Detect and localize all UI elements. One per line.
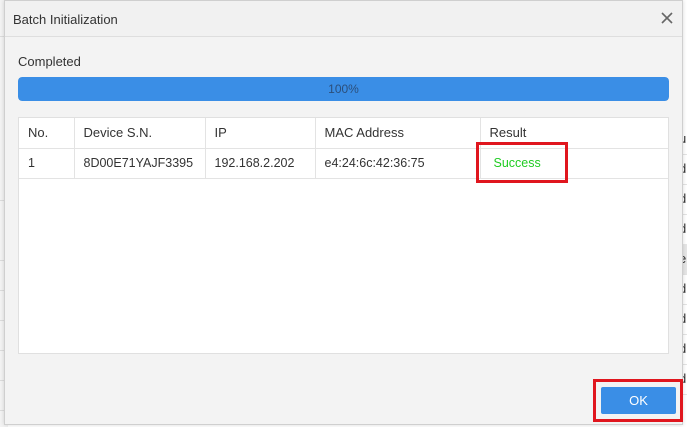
progress-text: 100% [328, 82, 359, 96]
cell-result-status: Success [480, 148, 668, 179]
table-header-row: No. Device S.N. IP MAC Address Result [19, 118, 668, 149]
ok-button[interactable]: OK [601, 387, 676, 414]
batch-initialization-dialog: Batch Initialization Completed 100% No. [4, 0, 683, 425]
header-ip[interactable]: IP [205, 118, 316, 149]
cell-mac-address: e4:24:6c:42:36:75 [315, 148, 481, 179]
close-icon[interactable] [660, 11, 674, 25]
header-device-sn[interactable]: Device S.N. [74, 118, 206, 149]
cell-ip: 192.168.2.202 [205, 148, 316, 179]
results-table: No. Device S.N. IP MAC Address Result 1 … [18, 117, 669, 354]
dialog-title: Batch Initialization [13, 12, 118, 27]
dialog-titlebar: Batch Initialization [5, 1, 682, 37]
header-result[interactable]: Result [480, 118, 668, 149]
cell-device-sn: 8D00E71YAJF3395 [74, 148, 206, 179]
header-no[interactable]: No. [19, 118, 75, 149]
table-row[interactable]: 1 8D00E71YAJF3395 192.168.2.202 e4:24:6c… [19, 148, 668, 179]
cell-no: 1 [19, 148, 75, 179]
status-label: Completed [18, 54, 81, 69]
progress-bar: 100% [18, 77, 669, 101]
header-mac-address[interactable]: MAC Address [315, 118, 481, 149]
